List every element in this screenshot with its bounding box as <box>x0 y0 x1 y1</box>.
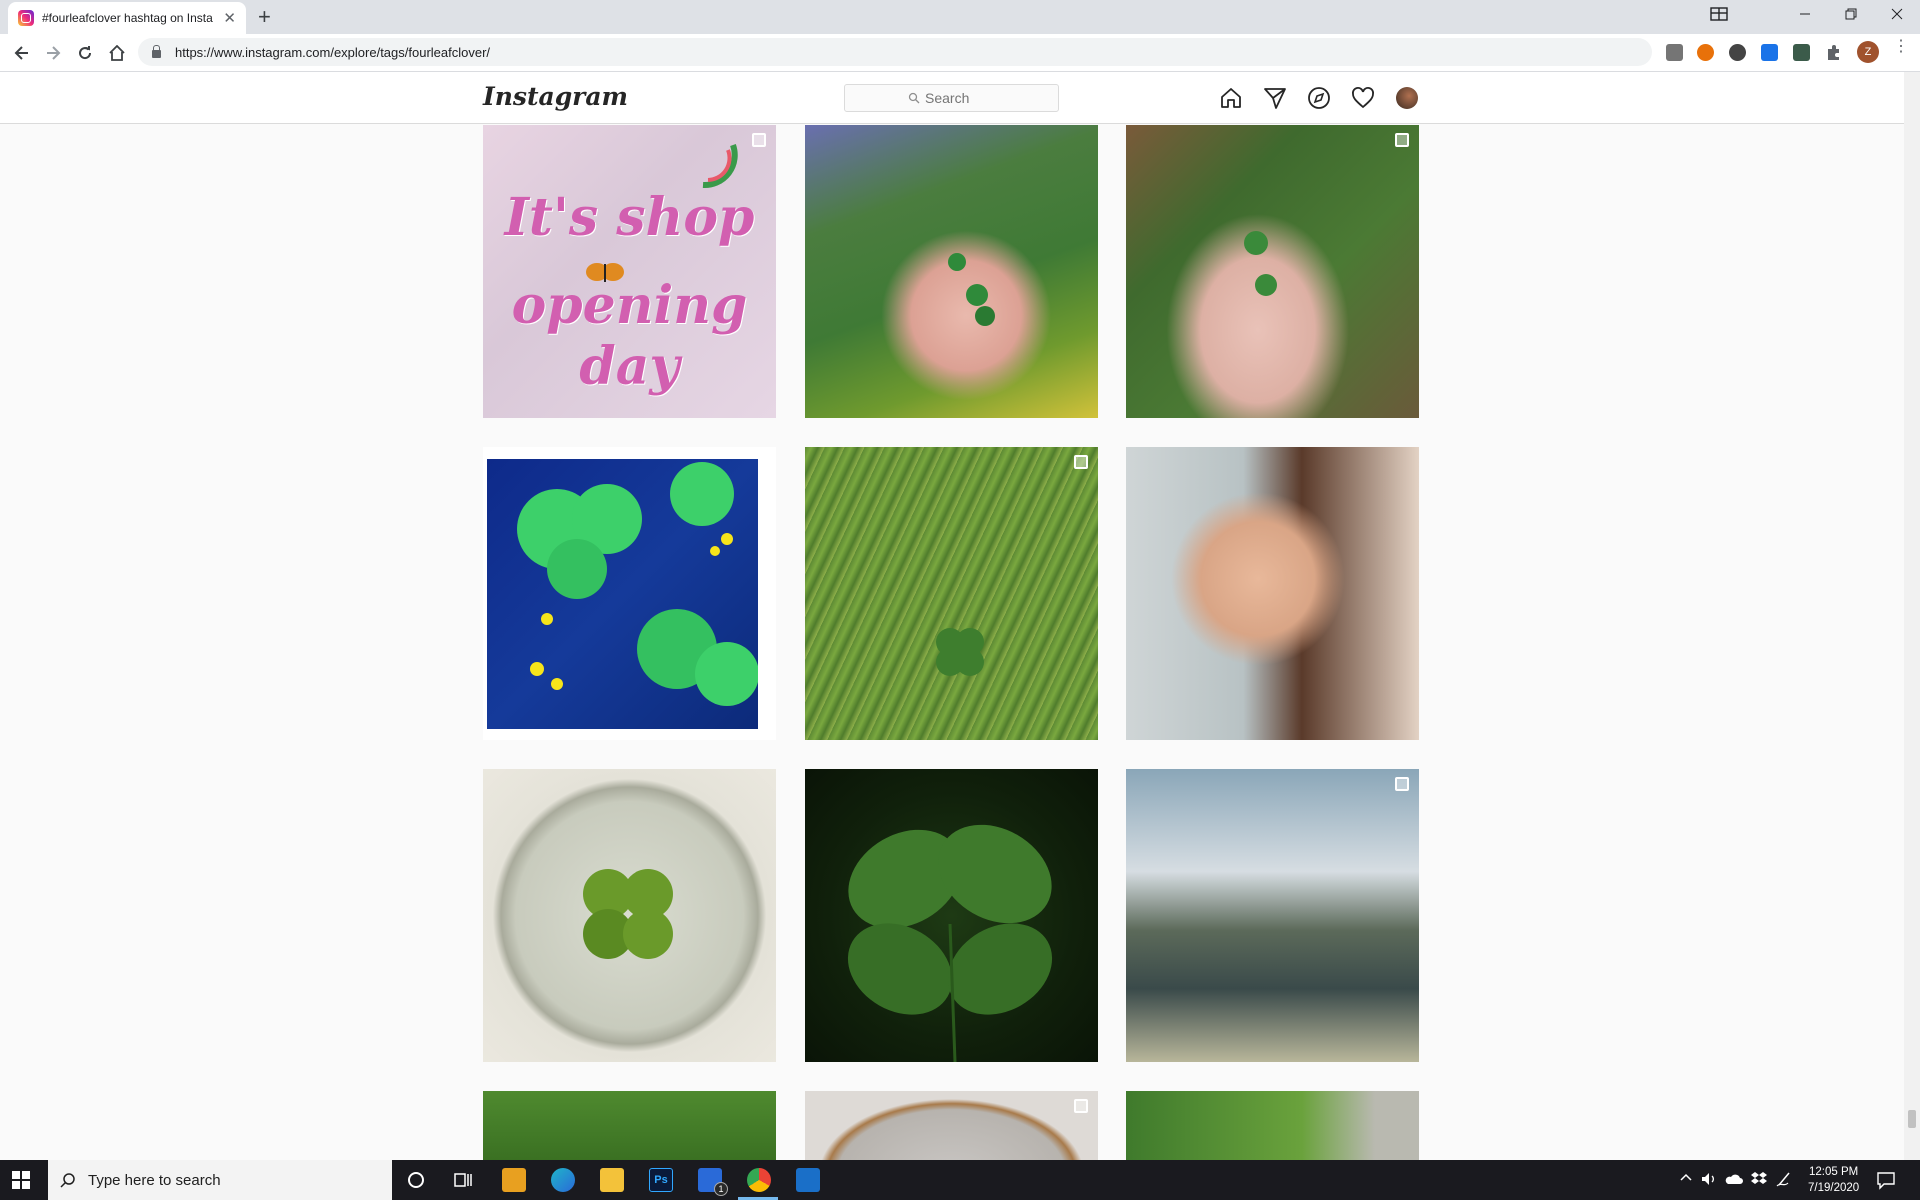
back-icon[interactable] <box>10 41 34 65</box>
clover-icon <box>948 253 995 326</box>
search-icon <box>60 1173 75 1188</box>
activity-heart-icon[interactable] <box>1351 86 1375 110</box>
post-tile[interactable]: It's shop opening day <box>483 125 776 418</box>
search-icon <box>908 92 920 104</box>
home-nav-icon[interactable] <box>1219 86 1243 110</box>
post-tile[interactable] <box>483 447 776 740</box>
direct-messages-icon[interactable] <box>1263 86 1287 110</box>
chrome-icon[interactable] <box>747 1168 771 1192</box>
multiple-photos-icon <box>752 133 766 147</box>
dropbox-icon[interactable] <box>1750 1170 1768 1188</box>
scroll-thumb[interactable] <box>1908 1110 1916 1128</box>
instagram-logo[interactable]: Instagram <box>483 82 628 111</box>
address-bar[interactable]: https://www.instagram.com/explore/tags/f… <box>138 38 1652 66</box>
post-tile[interactable] <box>1126 769 1419 1062</box>
windows-taskbar: Type here to search Ps 1 12:05 PM 7/19/2… <box>0 1160 1920 1200</box>
browser-menu-icon[interactable]: ⋮ <box>1893 39 1909 55</box>
chevron-up-icon[interactable] <box>1678 1170 1694 1186</box>
mail-badge: 1 <box>714 1182 728 1196</box>
post-tile[interactable] <box>483 1091 776 1161</box>
multiple-photos-icon <box>1395 133 1409 147</box>
post-tile[interactable] <box>1126 125 1419 418</box>
url-text: https://www.instagram.com/explore/tags/f… <box>175 44 491 60</box>
volume-icon[interactable] <box>1700 1170 1718 1188</box>
task-view-icon[interactable] <box>451 1168 475 1192</box>
multiple-photos-icon <box>1074 1099 1088 1113</box>
home-icon[interactable] <box>105 41 129 65</box>
tab-search-icon[interactable] <box>1696 0 1742 28</box>
instagram-header: Instagram <box>0 72 1904 124</box>
clover-painting <box>487 459 759 729</box>
browser-tab-bar: #fourleafclover hashtag on Insta ✕ + <box>0 0 1920 34</box>
taskbar-search[interactable]: Type here to search <box>48 1160 392 1200</box>
clover-macro-icon <box>847 824 1053 1062</box>
extension-green-icon[interactable] <box>1793 44 1810 61</box>
remote-app-icon[interactable] <box>796 1168 820 1192</box>
close-window-icon[interactable] <box>1874 0 1920 28</box>
store-icon[interactable] <box>502 1168 526 1192</box>
post-tile[interactable] <box>1126 447 1419 740</box>
lock-icon <box>152 44 161 58</box>
file-explorer-icon[interactable] <box>600 1168 624 1192</box>
profile-avatar[interactable]: Z <box>1857 41 1879 63</box>
search-box[interactable] <box>844 84 1059 112</box>
resin-clover-icon <box>583 869 673 959</box>
post-tile[interactable] <box>1126 1091 1419 1161</box>
multiple-photos-icon <box>1074 455 1088 469</box>
reload-icon[interactable] <box>73 41 97 65</box>
browser-toolbar: https://www.instagram.com/explore/tags/f… <box>0 34 1920 72</box>
search-input[interactable] <box>925 90 995 106</box>
mail-icon[interactable]: 1 <box>698 1168 728 1196</box>
cortana-icon[interactable] <box>404 1168 428 1192</box>
clover-icon <box>1244 231 1277 296</box>
forward-icon[interactable] <box>41 41 65 65</box>
pen-icon[interactable] <box>1776 1170 1794 1188</box>
clock-date: 7/19/2020 <box>1808 1182 1860 1194</box>
user-avatar[interactable] <box>1396 87 1418 109</box>
post-tile[interactable] <box>805 125 1098 418</box>
photoshop-icon[interactable]: Ps <box>649 1168 673 1192</box>
post-tile[interactable] <box>805 447 1098 740</box>
explore-compass-icon[interactable] <box>1307 86 1331 110</box>
new-tab-button[interactable]: + <box>258 6 271 28</box>
clover-icon <box>936 628 984 676</box>
extension-blue-icon[interactable] <box>1761 44 1778 61</box>
watermelon-icon <box>702 143 738 189</box>
post-caption-line-2: opening day <box>511 275 748 397</box>
system-clock[interactable]: 12:05 PM 7/19/2020 <box>1808 1164 1859 1196</box>
extensions-puzzle-icon[interactable] <box>1825 44 1842 61</box>
instagram-favicon-icon <box>18 10 34 26</box>
edge-icon[interactable] <box>551 1168 575 1192</box>
tab-close-icon[interactable]: ✕ <box>223 9 236 27</box>
minimize-icon[interactable] <box>1782 0 1828 28</box>
extension-g-icon[interactable] <box>1666 44 1683 61</box>
post-caption-line-1: It's shop <box>504 187 755 248</box>
onedrive-icon[interactable] <box>1724 1170 1744 1188</box>
multiple-photos-icon <box>1395 777 1409 791</box>
clock-time: 12:05 PM <box>1808 1166 1859 1178</box>
page-scrollbar[interactable] <box>1904 72 1920 1160</box>
post-tile[interactable] <box>805 1091 1098 1161</box>
restore-icon[interactable] <box>1828 0 1874 28</box>
windows-start-icon[interactable] <box>12 1171 30 1189</box>
post-tile[interactable] <box>483 769 776 1062</box>
notifications-icon[interactable] <box>1876 1170 1896 1190</box>
extension-orange-icon[interactable] <box>1697 44 1714 61</box>
painted-clovers-icon <box>517 462 759 706</box>
browser-tab[interactable]: #fourleafclover hashtag on Insta ✕ <box>8 2 246 34</box>
taskbar-search-placeholder: Type here to search <box>88 1171 221 1189</box>
extension-circle-icon[interactable] <box>1729 44 1746 61</box>
tab-title: #fourleafclover hashtag on Insta <box>42 11 213 25</box>
post-tile[interactable] <box>805 769 1098 1062</box>
